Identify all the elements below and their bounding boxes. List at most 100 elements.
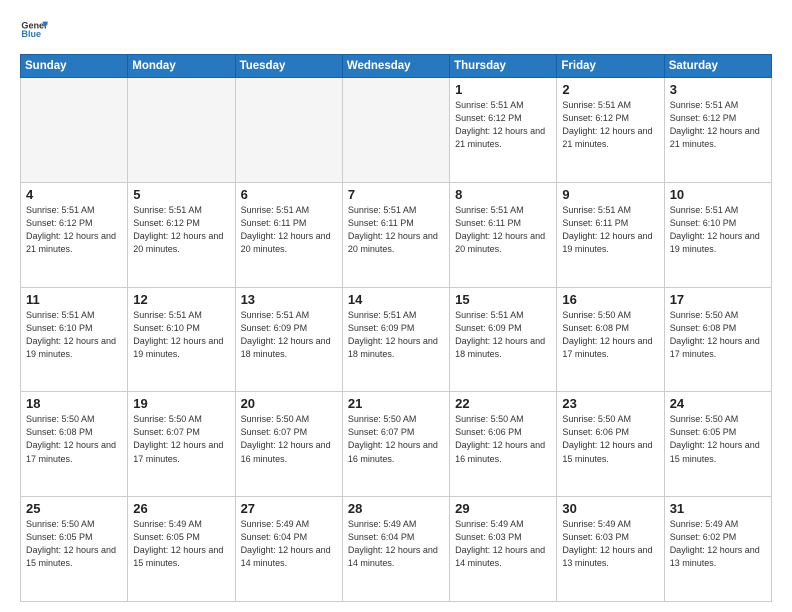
cell-info: Sunrise: 5:51 AM Sunset: 6:12 PM Dayligh… <box>670 99 766 151</box>
cell-day-number: 15 <box>455 292 551 307</box>
cell-info: Sunrise: 5:51 AM Sunset: 6:12 PM Dayligh… <box>562 99 658 151</box>
calendar-cell: 16 Sunrise: 5:50 AM Sunset: 6:08 PM Dayli… <box>557 287 664 392</box>
cell-day-number: 20 <box>241 396 337 411</box>
cell-day-number: 11 <box>26 292 122 307</box>
cell-day-number: 16 <box>562 292 658 307</box>
calendar-cell: 13 Sunrise: 5:51 AM Sunset: 6:09 PM Dayli… <box>235 287 342 392</box>
cell-info: Sunrise: 5:51 AM Sunset: 6:12 PM Dayligh… <box>133 204 229 256</box>
cell-day-number: 4 <box>26 187 122 202</box>
calendar-cell <box>235 78 342 183</box>
calendar-cell: 12 Sunrise: 5:51 AM Sunset: 6:10 PM Dayli… <box>128 287 235 392</box>
weekday-monday: Monday <box>128 55 235 78</box>
calendar-cell: 8Sunrise: 5:51 AM Sunset: 6:11 PM Daylig… <box>450 182 557 287</box>
cell-day-number: 6 <box>241 187 337 202</box>
cell-info: Sunrise: 5:51 AM Sunset: 6:11 PM Dayligh… <box>348 204 444 256</box>
weekday-sunday: Sunday <box>21 55 128 78</box>
cell-info: Sunrise: 5:51 AM Sunset: 6:09 PM Dayligh… <box>348 309 444 361</box>
cell-day-number: 27 <box>241 501 337 516</box>
cell-day-number: 19 <box>133 396 229 411</box>
cell-info: Sunrise: 5:50 AM Sunset: 6:07 PM Dayligh… <box>348 413 444 465</box>
calendar-cell <box>21 78 128 183</box>
calendar-week-4: 18 Sunrise: 5:50 AM Sunset: 6:08 PM Dayli… <box>21 392 772 497</box>
cell-info: Sunrise: 5:51 AM Sunset: 6:10 PM Dayligh… <box>670 204 766 256</box>
calendar-cell: 10 Sunrise: 5:51 AM Sunset: 6:10 PM Dayli… <box>664 182 771 287</box>
calendar-cell: 9 Sunrise: 5:51 AM Sunset: 6:11 PM Daylig… <box>557 182 664 287</box>
cell-info: Sunrise: 5:50 AM Sunset: 6:08 PM Dayligh… <box>26 413 122 465</box>
cell-day-number: 22 <box>455 396 551 411</box>
calendar-cell: 22 Sunrise: 5:50 AM Sunset: 6:06 PM Dayli… <box>450 392 557 497</box>
cell-info: Sunrise: 5:51 AM Sunset: 6:12 PM Dayligh… <box>26 204 122 256</box>
calendar-week-3: 11 Sunrise: 5:51 AM Sunset: 6:10 PM Dayli… <box>21 287 772 392</box>
calendar-cell <box>128 78 235 183</box>
cell-info: Sunrise: 5:49 AM Sunset: 6:03 PM Dayligh… <box>562 518 658 570</box>
cell-info: Sunrise: 5:51 AM Sunset: 6:10 PM Dayligh… <box>133 309 229 361</box>
calendar-cell <box>342 78 449 183</box>
cell-info: Sunrise: 5:51 AM Sunset: 6:09 PM Dayligh… <box>241 309 337 361</box>
calendar-cell: 19 Sunrise: 5:50 AM Sunset: 6:07 PM Dayli… <box>128 392 235 497</box>
cell-info: Sunrise: 5:49 AM Sunset: 6:02 PM Dayligh… <box>670 518 766 570</box>
cell-info: Sunrise: 5:49 AM Sunset: 6:04 PM Dayligh… <box>241 518 337 570</box>
calendar-cell: 4 Sunrise: 5:51 AM Sunset: 6:12 PM Daylig… <box>21 182 128 287</box>
cell-day-number: 30 <box>562 501 658 516</box>
calendar-cell: 17 Sunrise: 5:50 AM Sunset: 6:08 PM Dayli… <box>664 287 771 392</box>
cell-day-number: 13 <box>241 292 337 307</box>
cell-info: Sunrise: 5:51 AM Sunset: 6:09 PM Dayligh… <box>455 309 551 361</box>
weekday-thursday: Thursday <box>450 55 557 78</box>
calendar-cell: 3 Sunrise: 5:51 AM Sunset: 6:12 PM Daylig… <box>664 78 771 183</box>
cell-day-number: 21 <box>348 396 444 411</box>
cell-info: Sunrise: 5:49 AM Sunset: 6:03 PM Dayligh… <box>455 518 551 570</box>
cell-day-number: 9 <box>562 187 658 202</box>
calendar-cell: 15 Sunrise: 5:51 AM Sunset: 6:09 PM Dayli… <box>450 287 557 392</box>
cell-info: Sunrise: 5:49 AM Sunset: 6:05 PM Dayligh… <box>133 518 229 570</box>
calendar-cell: 7 Sunrise: 5:51 AM Sunset: 6:11 PM Daylig… <box>342 182 449 287</box>
calendar-table: SundayMondayTuesdayWednesdayThursdayFrid… <box>20 54 772 602</box>
svg-text:Blue: Blue <box>21 29 41 39</box>
weekday-friday: Friday <box>557 55 664 78</box>
logo-icon: General Blue <box>20 16 48 44</box>
cell-info: Sunrise: 5:50 AM Sunset: 6:06 PM Dayligh… <box>562 413 658 465</box>
calendar-cell: 6 Sunrise: 5:51 AM Sunset: 6:11 PM Daylig… <box>235 182 342 287</box>
cell-info: Sunrise: 5:50 AM Sunset: 6:08 PM Dayligh… <box>562 309 658 361</box>
calendar-cell: 24 Sunrise: 5:50 AM Sunset: 6:05 PM Dayli… <box>664 392 771 497</box>
calendar-week-1: 1Sunrise: 5:51 AM Sunset: 6:12 PM Daylig… <box>21 78 772 183</box>
cell-day-number: 5 <box>133 187 229 202</box>
cell-info: Sunrise: 5:51 AM Sunset: 6:10 PM Dayligh… <box>26 309 122 361</box>
cell-day-number: 3 <box>670 82 766 97</box>
calendar-cell: 28 Sunrise: 5:49 AM Sunset: 6:04 PM Dayli… <box>342 497 449 602</box>
calendar-cell: 26 Sunrise: 5:49 AM Sunset: 6:05 PM Dayli… <box>128 497 235 602</box>
weekday-wednesday: Wednesday <box>342 55 449 78</box>
cell-info: Sunrise: 5:50 AM Sunset: 6:05 PM Dayligh… <box>670 413 766 465</box>
calendar-cell: 18 Sunrise: 5:50 AM Sunset: 6:08 PM Dayli… <box>21 392 128 497</box>
cell-day-number: 7 <box>348 187 444 202</box>
cell-day-number: 29 <box>455 501 551 516</box>
cell-info: Sunrise: 5:51 AM Sunset: 6:11 PM Dayligh… <box>562 204 658 256</box>
cell-info: Sunrise: 5:49 AM Sunset: 6:04 PM Dayligh… <box>348 518 444 570</box>
calendar-cell: 1Sunrise: 5:51 AM Sunset: 6:12 PM Daylig… <box>450 78 557 183</box>
cell-info: Sunrise: 5:51 AM Sunset: 6:11 PM Dayligh… <box>455 204 551 256</box>
cell-info: Sunrise: 5:51 AM Sunset: 6:12 PM Dayligh… <box>455 99 551 151</box>
cell-day-number: 18 <box>26 396 122 411</box>
cell-info: Sunrise: 5:50 AM Sunset: 6:07 PM Dayligh… <box>133 413 229 465</box>
calendar-cell: 20Sunrise: 5:50 AM Sunset: 6:07 PM Dayli… <box>235 392 342 497</box>
calendar-cell: 31 Sunrise: 5:49 AM Sunset: 6:02 PM Dayli… <box>664 497 771 602</box>
cell-day-number: 31 <box>670 501 766 516</box>
cell-day-number: 26 <box>133 501 229 516</box>
cell-info: Sunrise: 5:50 AM Sunset: 6:05 PM Dayligh… <box>26 518 122 570</box>
cell-day-number: 17 <box>670 292 766 307</box>
cell-info: Sunrise: 5:50 AM Sunset: 6:06 PM Dayligh… <box>455 413 551 465</box>
cell-info: Sunrise: 5:50 AM Sunset: 6:08 PM Dayligh… <box>670 309 766 361</box>
calendar-cell: 2Sunrise: 5:51 AM Sunset: 6:12 PM Daylig… <box>557 78 664 183</box>
calendar-cell: 21 Sunrise: 5:50 AM Sunset: 6:07 PM Dayli… <box>342 392 449 497</box>
cell-day-number: 12 <box>133 292 229 307</box>
cell-day-number: 25 <box>26 501 122 516</box>
cell-day-number: 24 <box>670 396 766 411</box>
cell-day-number: 28 <box>348 501 444 516</box>
calendar-week-2: 4 Sunrise: 5:51 AM Sunset: 6:12 PM Daylig… <box>21 182 772 287</box>
cell-day-number: 10 <box>670 187 766 202</box>
weekday-header-row: SundayMondayTuesdayWednesdayThursdayFrid… <box>21 55 772 78</box>
calendar-week-5: 25 Sunrise: 5:50 AM Sunset: 6:05 PM Dayli… <box>21 497 772 602</box>
calendar-cell: 27 Sunrise: 5:49 AM Sunset: 6:04 PM Dayli… <box>235 497 342 602</box>
calendar-cell: 23Sunrise: 5:50 AM Sunset: 6:06 PM Dayli… <box>557 392 664 497</box>
cell-info: Sunrise: 5:51 AM Sunset: 6:11 PM Dayligh… <box>241 204 337 256</box>
calendar-cell: 29 Sunrise: 5:49 AM Sunset: 6:03 PM Dayli… <box>450 497 557 602</box>
